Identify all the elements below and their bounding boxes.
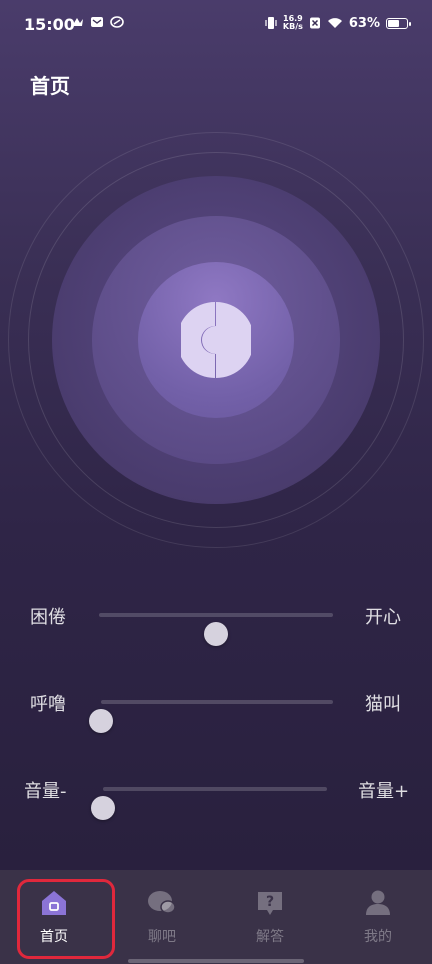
home-indicator [128, 959, 304, 963]
slider-sound-thumb[interactable] [89, 709, 113, 733]
slider-mood-thumb[interactable] [204, 622, 228, 646]
slider-mood: 困倦 开心 [0, 594, 432, 646]
user-icon [366, 890, 390, 915]
nav-item-chat[interactable]: 聊吧 [108, 870, 216, 964]
home-icon [42, 891, 66, 915]
slider-sound-right-label: 猫叫 [365, 694, 401, 715]
nav-item-home[interactable]: 首页 [0, 870, 108, 964]
nav-label-profile: 我的 [364, 929, 392, 945]
slider-volume-track[interactable] [91, 787, 327, 820]
page-title: 首页 [30, 74, 70, 98]
crown-icon [71, 18, 83, 26]
status-notification-icons [70, 16, 124, 28]
bottom-nav: 首页 聊吧 ? 解答 我的 [0, 870, 432, 964]
network-speed-unit: KB/s [282, 22, 303, 31]
chat-icon [148, 891, 176, 914]
volume-up-label: 音量+ [358, 781, 410, 802]
sim-off-icon [309, 17, 320, 29]
slider-mood-left-label: 困倦 [30, 607, 66, 628]
wifi-icon [327, 18, 342, 28]
question-icon: ? [258, 892, 282, 915]
battery-icon [386, 17, 411, 29]
status-right: 16.9 KB/s 63% [265, 15, 411, 31]
message-icon [91, 17, 103, 27]
slider-sound: 呼噜 猫叫 [0, 681, 432, 733]
battery-level [388, 19, 399, 27]
vibrate-icon [265, 17, 277, 29]
status-time: 15:00 [24, 15, 75, 34]
status-bar: 15:00 16.9 KB/s 63% [0, 0, 432, 52]
nav-item-profile[interactable]: 我的 [324, 870, 432, 964]
battery-percent: 63% [348, 15, 380, 31]
nav-label-chat: 聊吧 [148, 929, 176, 945]
svg-text:?: ? [266, 894, 274, 910]
network-speed: 16.9 KB/s [283, 15, 303, 31]
slider-sound-left-label: 呼噜 [30, 694, 66, 715]
nav-label-answers: 解答 [256, 929, 284, 945]
slider-sound-track[interactable] [89, 700, 333, 733]
nav-item-answers[interactable]: ? 解答 [216, 870, 324, 964]
volume-down-label: 音量- [24, 781, 67, 802]
nav-label-home: 首页 [40, 929, 68, 945]
app-icon [110, 16, 124, 28]
cat-logo-icon [181, 302, 251, 378]
slider-mood-right-label: 开心 [365, 607, 401, 628]
slider-mood-track[interactable] [99, 613, 333, 646]
slider-volume: 音量- 音量+ [0, 768, 432, 820]
slider-volume-thumb[interactable] [91, 796, 115, 820]
